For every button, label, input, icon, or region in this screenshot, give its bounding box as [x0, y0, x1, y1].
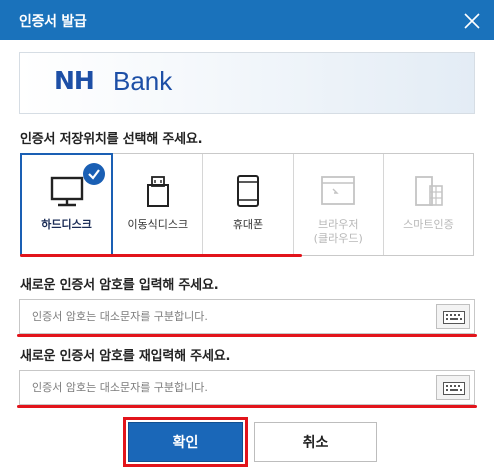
- nh-logo-text: NH: [54, 66, 95, 95]
- storage-location-selector: 하드디스크 이동식디스크 휴대폰 브라우저 (클라우드) 스마트인증: [20, 153, 474, 256]
- storage-option-browser-cloud: 브라우저 (클라우드): [294, 154, 384, 255]
- highlight-underline: [17, 405, 477, 408]
- virtual-keyboard-button[interactable]: [436, 375, 470, 400]
- keyboard-icon: [443, 311, 465, 324]
- confirm-button[interactable]: 확인: [128, 422, 243, 462]
- close-icon[interactable]: [462, 11, 482, 31]
- highlight-underline: [17, 334, 477, 337]
- title-bar: 인증서 발급: [0, 0, 494, 40]
- password-input[interactable]: [20, 300, 438, 333]
- dialog-title: 인증서 발급: [19, 14, 87, 30]
- selected-check-icon: [83, 163, 106, 185]
- browser-window-icon: [321, 176, 356, 205]
- bank-logo-text: Bank: [113, 66, 173, 96]
- storage-option-removable-disk[interactable]: 이동식디스크: [113, 154, 204, 255]
- storage-location-label: 인증서 저장위치를 선택해 주세요.: [20, 132, 203, 147]
- bank-banner: NH Bank: [19, 52, 475, 114]
- password-field: [19, 299, 475, 334]
- keyboard-icon: [443, 382, 465, 395]
- password-confirm-field: [19, 370, 475, 405]
- storage-option-smart-cert: 스마트인증: [384, 154, 473, 255]
- storage-option-label: 하드디스크: [41, 218, 92, 231]
- storage-option-mobile-phone[interactable]: 휴대폰: [203, 154, 294, 255]
- highlight-underline: [20, 254, 302, 257]
- storage-option-label: 스마트인증: [403, 218, 454, 231]
- smart-cert-icon: [415, 176, 444, 206]
- storage-option-label: 이동식디스크: [127, 218, 189, 231]
- virtual-keyboard-button[interactable]: [436, 304, 470, 329]
- monitor-icon: [50, 176, 83, 207]
- password-label: 새로운 인증서 암호를 입력해 주세요.: [20, 278, 219, 293]
- cancel-button[interactable]: 취소: [254, 422, 377, 462]
- usb-drive-icon: [146, 176, 169, 207]
- storage-option-harddisk[interactable]: 하드디스크: [20, 153, 114, 256]
- storage-option-label: 휴대폰: [232, 218, 264, 231]
- smartphone-icon: [237, 175, 259, 207]
- password-confirm-label: 새로운 인증서 암호를 재입력해 주세요.: [20, 349, 231, 364]
- password-confirm-input[interactable]: [20, 371, 438, 404]
- storage-option-label: 브라우저 (클라우드): [313, 218, 363, 245]
